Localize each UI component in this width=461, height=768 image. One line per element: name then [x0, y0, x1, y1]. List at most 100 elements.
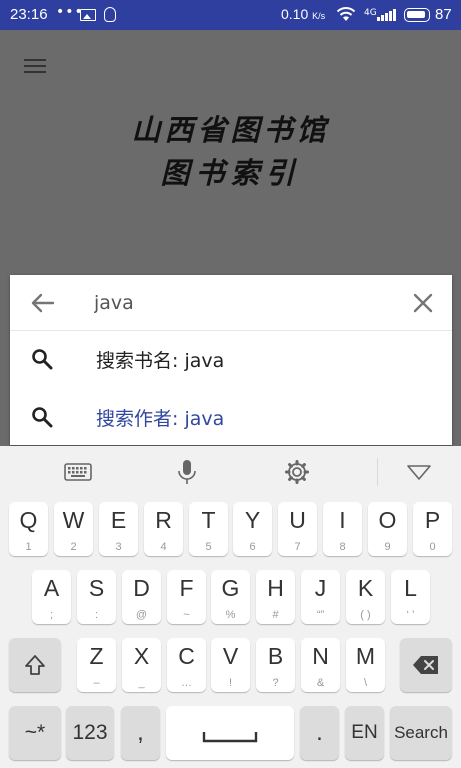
suggestion-search-author[interactable]: 搜索作者: java	[10, 389, 452, 445]
key-label: N	[312, 643, 329, 669]
key-sublabel: “”	[316, 609, 325, 621]
key-q[interactable]: Q1	[9, 502, 48, 556]
key-b[interactable]: B?	[256, 638, 295, 692]
search-input[interactable]	[94, 287, 394, 319]
toolbar-divider	[377, 458, 378, 486]
key-k[interactable]: K ( )	[346, 570, 385, 624]
key-label: Q	[19, 507, 38, 533]
symbols-key[interactable]: ~*	[9, 706, 61, 760]
key-label: T	[201, 507, 216, 533]
key-sublabel: #	[272, 609, 279, 621]
key-r[interactable]: R4	[144, 502, 183, 556]
key-sublabel: :	[94, 609, 99, 621]
key-sublabel: 4	[160, 541, 167, 553]
key-sublabel: –	[93, 677, 100, 689]
key-label: ,	[137, 719, 144, 746]
key-h[interactable]: H #	[256, 570, 295, 624]
key-sublabel: !	[228, 677, 233, 689]
suggestion-label: 搜索书名: java	[96, 350, 225, 372]
search-icon	[32, 407, 53, 428]
keyboard-icon[interactable]	[62, 458, 94, 486]
key-e[interactable]: E3	[99, 502, 138, 556]
key-sublabel: &	[316, 677, 325, 689]
key-sublabel: 3	[115, 541, 122, 553]
key-label: B	[267, 643, 284, 669]
key-sublabel: 5	[205, 541, 212, 553]
key-label: L	[404, 575, 417, 601]
key-label: Z	[89, 643, 104, 669]
key-m[interactable]: M \	[346, 638, 385, 692]
key-sublabel: …	[181, 677, 192, 689]
qq-notification-icon	[104, 7, 116, 22]
key-sublabel: ( )	[360, 609, 371, 621]
key-t[interactable]: T5	[189, 502, 228, 556]
key-u[interactable]: U7	[278, 502, 317, 556]
key-j[interactable]: J “”	[301, 570, 340, 624]
key-label: .	[316, 719, 323, 746]
key-p[interactable]: P0	[413, 502, 452, 556]
key-label: F	[179, 575, 194, 601]
backspace-icon	[413, 656, 438, 674]
key-sublabel: ;	[49, 609, 54, 621]
key-sublabel: \	[363, 677, 368, 689]
search-key[interactable]: Search	[390, 706, 452, 760]
key-sublabel: ?	[272, 677, 279, 689]
key-label: H	[267, 575, 284, 601]
key-o[interactable]: O9	[368, 502, 407, 556]
comma-key[interactable]: ,	[121, 706, 160, 760]
signal-icon	[377, 9, 396, 21]
key-label: G	[221, 575, 240, 601]
key-f[interactable]: F ~	[167, 570, 206, 624]
suggestion-label: 搜索作者: java	[96, 408, 225, 430]
search-panel: 搜索书名: java 搜索作者: java	[10, 275, 452, 445]
key-sublabel: 1	[25, 541, 32, 553]
key-label: Search	[394, 723, 448, 742]
key-label: D	[133, 575, 150, 601]
key-sublabel: 0	[429, 541, 436, 553]
key-sublabel: @	[135, 609, 148, 621]
key-label: M	[355, 643, 376, 669]
mic-icon[interactable]	[171, 458, 203, 486]
gear-icon[interactable]	[281, 458, 313, 486]
clear-icon[interactable]	[412, 292, 434, 314]
page-subtitle: 图书索引	[160, 156, 301, 190]
numbers-key[interactable]: 123	[66, 706, 114, 760]
key-label: J	[314, 575, 327, 601]
period-key[interactable]: .	[300, 706, 339, 760]
key-y[interactable]: Y6	[233, 502, 272, 556]
key-label: I	[339, 507, 346, 533]
key-label: Y	[244, 507, 261, 533]
key-label: EN	[351, 722, 378, 743]
key-z[interactable]: Z –	[77, 638, 116, 692]
key-label: ~*	[24, 721, 46, 744]
key-n[interactable]: N &	[301, 638, 340, 692]
space-key[interactable]	[166, 706, 294, 760]
key-x[interactable]: X _	[122, 638, 161, 692]
network-speed: 0.10 K/s	[281, 6, 325, 22]
key-l[interactable]: L ‘ ’	[391, 570, 430, 624]
collapse-keyboard-icon[interactable]	[403, 458, 435, 486]
key-sublabel: ‘ ’	[406, 609, 415, 621]
language-key[interactable]: EN	[345, 706, 384, 760]
key-v[interactable]: V!	[211, 638, 250, 692]
key-c[interactable]: C…	[167, 638, 206, 692]
key-g[interactable]: G%	[211, 570, 250, 624]
key-s[interactable]: S:	[77, 570, 116, 624]
shift-key[interactable]	[9, 638, 61, 692]
suggestion-search-title[interactable]: 搜索书名: java	[10, 331, 452, 387]
search-icon	[32, 349, 53, 370]
key-d[interactable]: D @	[122, 570, 161, 624]
back-arrow-icon[interactable]	[28, 291, 56, 315]
battery-icon	[404, 8, 430, 22]
menu-icon[interactable]	[22, 55, 50, 77]
key-label: R	[155, 507, 172, 533]
key-a[interactable]: A;	[32, 570, 71, 624]
backspace-key[interactable]	[400, 638, 452, 692]
shift-icon	[25, 655, 45, 675]
key-label: C	[178, 643, 195, 669]
space-icon	[202, 732, 258, 743]
key-i[interactable]: I8	[323, 502, 362, 556]
key-label: W	[62, 507, 85, 533]
key-w[interactable]: W2	[54, 502, 93, 556]
wifi-icon	[336, 7, 356, 21]
